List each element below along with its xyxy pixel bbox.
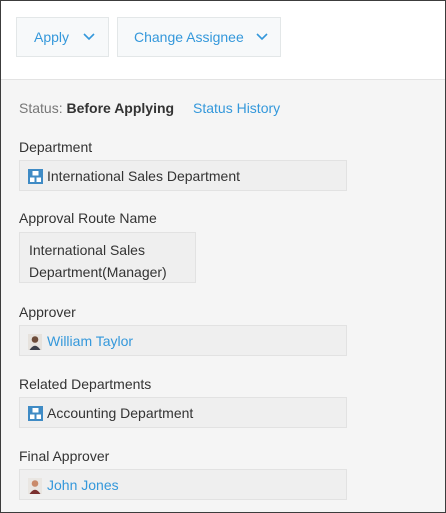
department-icon — [28, 169, 43, 184]
department-field: International Sales Department — [19, 160, 347, 191]
related-departments-label: Related Departments — [19, 376, 152, 392]
related-departments-field: Accounting Department — [19, 397, 347, 428]
status-label: Status: — [19, 100, 63, 116]
department-label: Department — [19, 139, 93, 155]
user-avatar-icon — [28, 334, 42, 350]
approver-link[interactable]: William Taylor — [47, 333, 133, 349]
approval-route-field: International Sales Department(Manager) — [19, 232, 196, 283]
apply-button-label: Apply — [34, 29, 70, 45]
approval-route-label: Approval Route Name — [19, 210, 157, 226]
apply-button[interactable]: Apply — [16, 17, 109, 57]
final-approver-label: Final Approver — [19, 448, 110, 464]
final-approver-field: John Jones — [19, 469, 347, 500]
app-window: Apply Change Assignee Status: Before App… — [0, 0, 446, 513]
approval-route-value-line2: Department(Manager) — [29, 264, 167, 280]
department-icon — [28, 406, 43, 421]
user-avatar-icon — [28, 478, 42, 494]
status-history-link[interactable]: Status History — [193, 100, 280, 116]
action-toolbar: Apply Change Assignee — [1, 1, 445, 80]
department-value: International Sales Department — [47, 168, 240, 184]
chevron-down-icon — [256, 33, 268, 41]
status-row: Status: Before Applying Status History — [19, 100, 280, 116]
status-value: Before Applying — [66, 100, 175, 116]
related-departments-value: Accounting Department — [47, 405, 194, 421]
approver-field: William Taylor — [19, 325, 347, 356]
approval-route-value-line1: International Sales — [29, 242, 145, 258]
chevron-down-icon — [83, 33, 95, 41]
approver-label: Approver — [19, 304, 76, 320]
request-details-panel: Status: Before Applying Status History D… — [1, 80, 445, 512]
change-assignee-button-label: Change Assignee — [134, 29, 244, 45]
final-approver-link[interactable]: John Jones — [47, 477, 119, 493]
change-assignee-button[interactable]: Change Assignee — [117, 17, 281, 57]
